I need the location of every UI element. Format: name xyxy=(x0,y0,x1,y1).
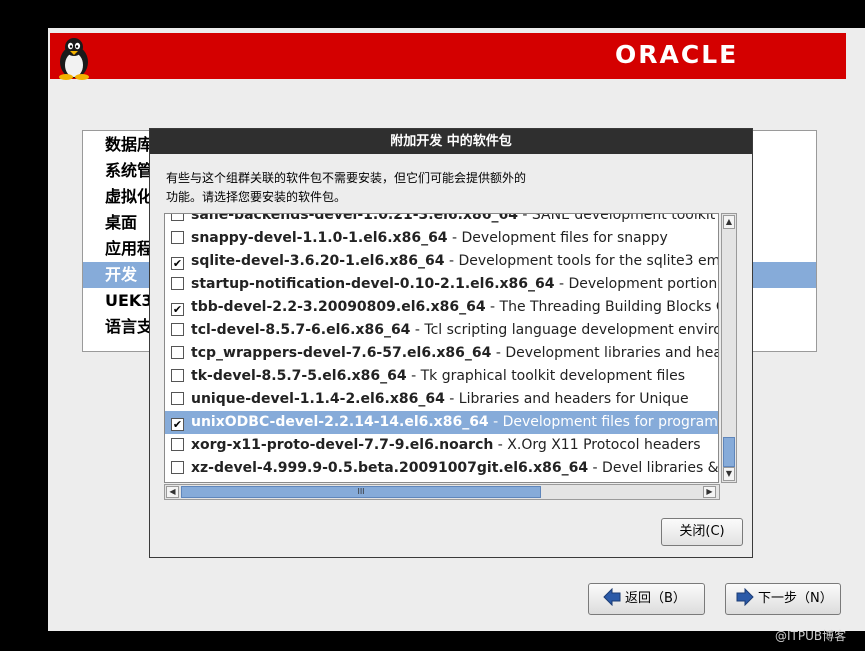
package-row[interactable]: ✔ sqlite-devel-3.6.20-1.el6.x86_64 - Deve… xyxy=(165,250,719,273)
horizontal-scroll-thumb[interactable]: III xyxy=(181,486,541,498)
checkbox-unchecked-icon[interactable] xyxy=(171,461,184,474)
package-row[interactable]: tcl-devel-8.5.7-6.el6.x86_64 - Tcl scrip… xyxy=(165,319,719,342)
package-description: - Tk graphical toolkit development files xyxy=(406,368,686,384)
package-row[interactable]: sane-backends-devel-1.0.21-3.el6.x86_64 … xyxy=(165,213,718,227)
package-row[interactable]: startup-notification-devel-0.10-2.1.el6.… xyxy=(165,273,719,296)
oracle-logo: ORACLE xyxy=(615,40,739,69)
package-description: - Development files for snappy xyxy=(447,230,668,246)
checkbox-checked-icon[interactable]: ✔ xyxy=(171,303,184,316)
scroll-down-icon[interactable]: ▼ xyxy=(723,467,735,481)
package-description: - The Threading Building Blocks C++ xyxy=(490,299,718,315)
checkbox-unchecked-icon[interactable] xyxy=(171,214,184,221)
horizontal-scrollbar[interactable]: ◀ III ▶ xyxy=(164,484,720,500)
screen: ORACLE 数据库服务器系统管理虚拟化桌面应用程序开发UEK3 kernel … xyxy=(0,0,865,651)
scroll-right-icon[interactable]: ▶ xyxy=(703,486,716,498)
package-name: tcp_wrappers-devel-7.6-57.el6.x86_64 xyxy=(191,345,492,361)
package-name: tk-devel-8.5.7-5.el6.x86_64 xyxy=(191,368,407,384)
optional-packages-dialog: 附加开发 中的软件包 有些与这个组群关联的软件包不需要安装，但它们可能会提供额外… xyxy=(149,128,753,558)
package-name: unixODBC-devel-2.2.14-14.el6.x86_64 xyxy=(191,414,489,430)
package-description: - Tcl scripting language development env… xyxy=(410,322,719,338)
dialog-description: 有些与这个组群关联的软件包不需要安装，但它们可能会提供额外的功能。请选择您要安装… xyxy=(166,171,527,204)
package-description: - Development libraries and headers xyxy=(495,345,718,361)
package-description: - Development files for programs wh xyxy=(493,414,719,430)
package-name: xz-devel-4.999.9-0.5.beta.20091007git.el… xyxy=(191,460,589,476)
arrow-left-icon xyxy=(603,588,621,606)
package-row[interactable]: tcp_wrappers-devel-7.6-57.el6.x86_64 - D… xyxy=(165,342,718,365)
vertical-scrollbar[interactable]: ▲ ▼ xyxy=(721,213,737,483)
checkbox-unchecked-icon[interactable] xyxy=(171,323,184,336)
checkbox-checked-icon[interactable]: ✔ xyxy=(171,418,184,431)
back-button[interactable]: 返回（B） xyxy=(588,583,705,615)
package-row[interactable]: xorg-x11-proto-devel-7.7-9.el6.noarch - … xyxy=(165,434,718,457)
package-description: - X.Org X11 Protocol headers xyxy=(493,437,701,453)
package-name: unique-devel-1.1.4-2.el6.x86_64 xyxy=(191,391,445,407)
package-description: - SANE development toolkit xyxy=(517,213,716,223)
package-name: sqlite-devel-3.6.20-1.el6.x86_64 xyxy=(191,253,445,269)
vertical-scroll-thumb[interactable] xyxy=(723,437,735,467)
checkbox-unchecked-icon[interactable] xyxy=(171,369,184,382)
scroll-up-icon[interactable]: ▲ xyxy=(723,215,735,229)
package-description: - Development tools for the sqlite3 embe… xyxy=(448,253,719,269)
package-description: - Development portions of s xyxy=(558,276,719,292)
checkbox-unchecked-icon[interactable] xyxy=(171,277,184,290)
checkbox-checked-icon[interactable]: ✔ xyxy=(171,257,184,270)
next-button[interactable]: 下一步（N） xyxy=(725,583,841,615)
package-description: - Devel libraries & hea xyxy=(592,460,719,476)
arrow-right-icon xyxy=(736,588,754,606)
tux-penguin-icon xyxy=(59,38,89,80)
dialog-title: 附加开发 中的软件包 xyxy=(150,129,752,154)
scroll-left-icon[interactable]: ◀ xyxy=(166,486,179,498)
package-name: snappy-devel-1.1.0-1.el6.x86_64 xyxy=(191,230,448,246)
package-row[interactable]: xz-devel-4.999.9-0.5.beta.20091007git.el… xyxy=(165,457,719,480)
checkbox-unchecked-icon[interactable] xyxy=(171,231,184,244)
package-name: startup-notification-devel-0.10-2.1.el6.… xyxy=(191,276,555,292)
watermark: @ITPUB博客 xyxy=(775,629,847,643)
checkbox-unchecked-icon[interactable] xyxy=(171,346,184,359)
checkbox-unchecked-icon[interactable] xyxy=(171,438,184,451)
close-button[interactable]: 关闭(C) xyxy=(661,518,743,546)
package-row[interactable]: ✔ tbb-devel-2.2-3.20090809.el6.x86_64 - T… xyxy=(165,296,718,319)
next-button-label: 下一步（N） xyxy=(758,591,833,606)
package-list[interactable]: sane-backends-devel-1.0.21-3.el6.x86_64 … xyxy=(164,213,719,483)
package-name: xorg-x11-proto-devel-7.7-9.el6.noarch xyxy=(191,437,494,453)
package-row[interactable]: snappy-devel-1.1.0-1.el6.x86_64 - Develo… xyxy=(165,227,718,250)
package-description: - Libraries and headers for Unique xyxy=(444,391,689,407)
package-row[interactable]: tk-devel-8.5.7-5.el6.x86_64 - Tk graphic… xyxy=(165,365,718,388)
package-name: tbb-devel-2.2-3.20090809.el6.x86_64 xyxy=(191,299,486,315)
checkbox-unchecked-icon[interactable] xyxy=(171,392,184,405)
package-row[interactable]: unique-devel-1.1.4-2.el6.x86_64 - Librar… xyxy=(165,388,718,411)
package-row[interactable]: ✔ unixODBC-devel-2.2.14-14.el6.x86_64 - D… xyxy=(165,411,719,434)
package-name: sane-backends-devel-1.0.21-3.el6.x86_64 xyxy=(191,213,518,223)
back-button-label: 返回（B） xyxy=(625,591,686,606)
package-name: tcl-devel-8.5.7-6.el6.x86_64 xyxy=(191,322,411,338)
